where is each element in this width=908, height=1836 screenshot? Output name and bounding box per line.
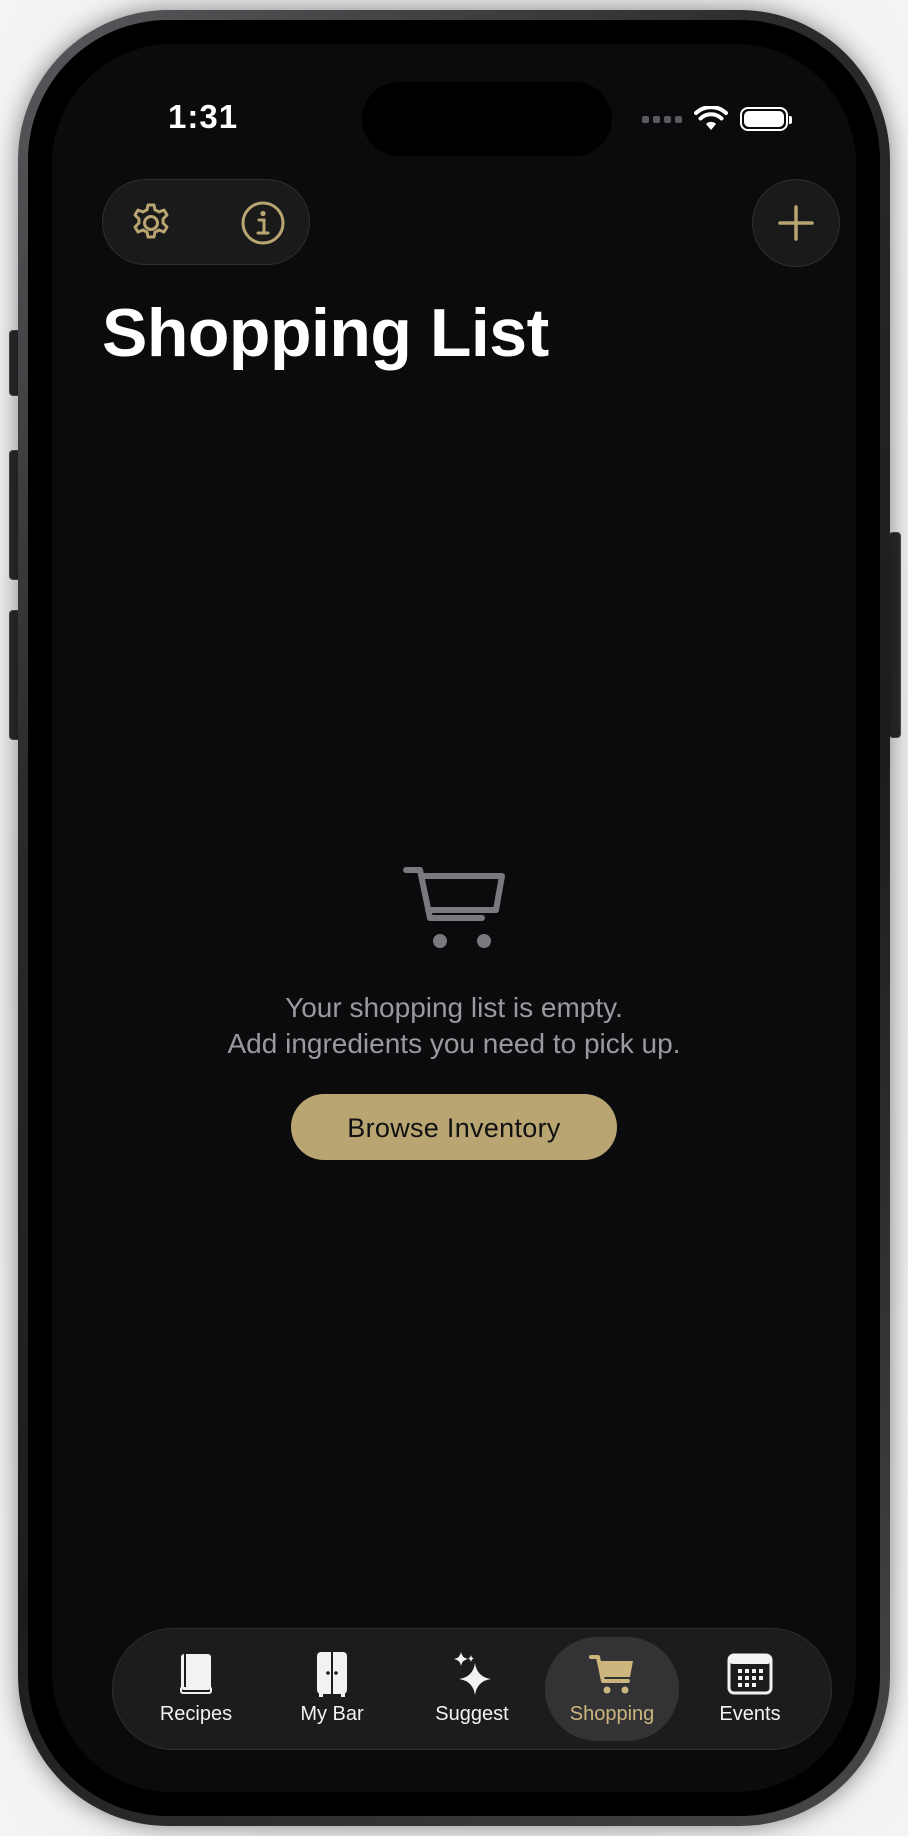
tab-my-bar[interactable]: My Bar	[265, 1637, 399, 1741]
tab-label: Shopping	[569, 1703, 655, 1725]
cart-icon	[403, 867, 505, 948]
tab-bar: Recipes My Bar Suggest Shopping Events	[112, 1628, 832, 1750]
toolbar-button-group	[102, 179, 310, 265]
cabinet-icon	[317, 1652, 347, 1697]
page-title: Shopping List	[102, 295, 549, 371]
tab-label: Events	[719, 1703, 781, 1725]
app-screen: 1:31 Shopping List Your shopping list is…	[52, 44, 856, 1792]
tab-label: Suggest	[435, 1703, 509, 1725]
tab-shopping[interactable]: Shopping	[545, 1637, 679, 1741]
empty-message: Your shopping list is empty.	[285, 992, 623, 1023]
tab-recipes[interactable]: Recipes	[129, 1637, 263, 1741]
empty-state: Your shopping list is empty. Add ingredi…	[52, 864, 856, 1160]
add-item-button[interactable]	[752, 179, 840, 267]
status-time: 1:31	[168, 98, 239, 135]
cart-icon	[589, 1655, 633, 1694]
tab-label: My Bar	[300, 1703, 364, 1725]
wifi-icon	[694, 106, 728, 130]
empty-hint: Add ingredients you need to pick up.	[227, 1028, 681, 1059]
tab-suggest[interactable]: Suggest	[405, 1637, 539, 1741]
power-button	[889, 532, 901, 738]
book-icon	[180, 1654, 212, 1694]
info-circle-icon[interactable]	[239, 199, 287, 247]
tab-label: Recipes	[159, 1703, 233, 1725]
browse-inventory-button[interactable]: Browse Inventory	[291, 1094, 617, 1160]
battery-icon	[740, 107, 792, 131]
cellular-signal-icon	[642, 115, 682, 123]
tab-events[interactable]: Events	[683, 1637, 817, 1741]
sparkles-icon	[454, 1652, 491, 1695]
dynamic-island	[362, 82, 612, 156]
gear-icon[interactable]	[127, 199, 175, 247]
calendar-icon	[727, 1653, 773, 1695]
plus-icon	[778, 205, 814, 241]
status-icons	[642, 104, 792, 134]
